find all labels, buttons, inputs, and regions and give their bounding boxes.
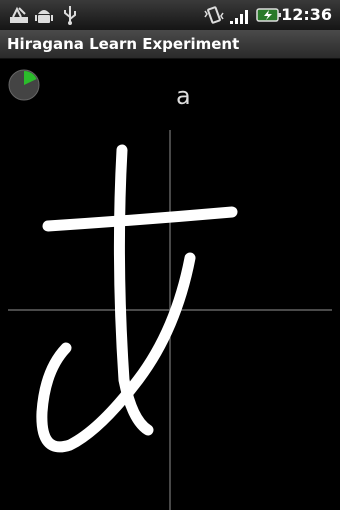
- status-bar: 12:36: [0, 0, 340, 31]
- vibrate-icon: [204, 6, 224, 24]
- target-romaji: a: [176, 82, 191, 110]
- hiragana-strokes: [36, 144, 238, 453]
- android-icon: [35, 10, 53, 23]
- stroke-1: [42, 206, 238, 232]
- progress-pie: [8, 69, 40, 101]
- usb-debug-icon: [10, 6, 28, 23]
- app-title-bar: Hiragana Learn Experiment: [0, 30, 340, 59]
- signal-icon: [230, 10, 248, 24]
- battery-charging-icon: [256, 8, 281, 22]
- clock: 12:36: [281, 5, 332, 24]
- usb-icon: [64, 6, 76, 25]
- drawing-canvas[interactable]: [0, 130, 340, 510]
- app-title: Hiragana Learn Experiment: [7, 35, 240, 53]
